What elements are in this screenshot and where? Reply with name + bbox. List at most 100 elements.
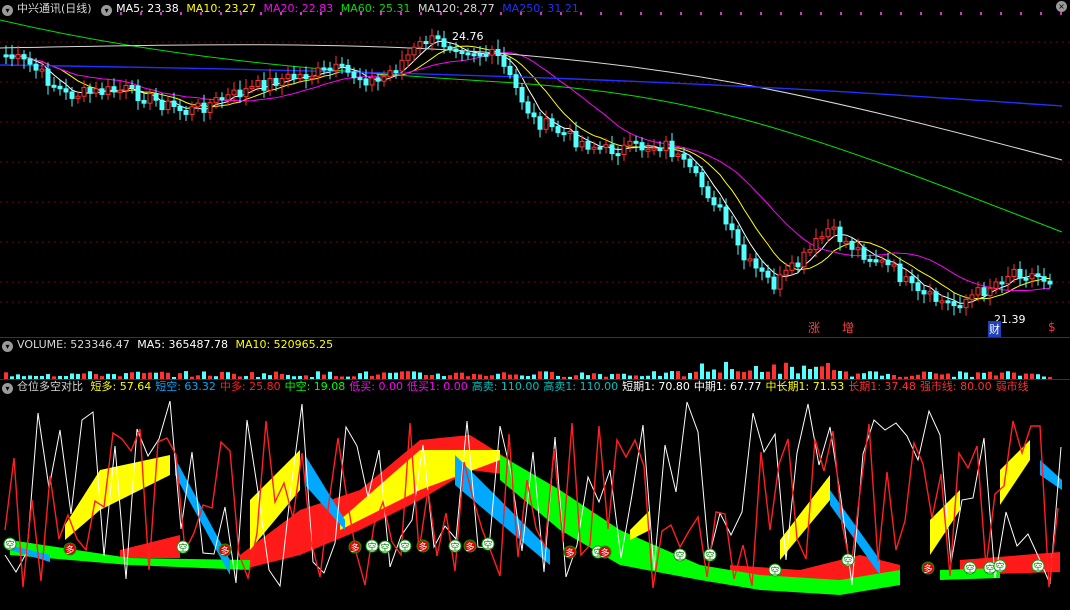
candle-body (279, 78, 285, 86)
volume-bar (694, 371, 698, 379)
volume-bar (988, 371, 992, 379)
signal-kong-text: 空 (1033, 561, 1042, 573)
candle-body (597, 146, 603, 150)
candle-body (15, 54, 21, 59)
candle-body (447, 46, 453, 50)
candle-body (753, 258, 759, 269)
indicator-legend-item: 短空: 63.32 (155, 380, 216, 393)
candle-body (483, 53, 489, 57)
candle-body (639, 142, 645, 151)
candle-body (465, 52, 471, 56)
candle-body (669, 140, 675, 158)
candle-body (63, 88, 69, 93)
signal-duo-text: 多 (565, 547, 574, 559)
indicator-chart: 空多空多多空空空多空多空多 空多空空空空多空空空空 (3, 400, 1062, 595)
volume-bar (160, 371, 164, 379)
candle-body (129, 84, 135, 88)
candle-body (165, 100, 171, 111)
indicator-legend-item: 弱市线 (995, 380, 1029, 393)
volume-bar (844, 371, 848, 379)
candle-body (711, 197, 717, 206)
volume-bar (826, 363, 830, 379)
collapse-icon[interactable]: ▾ (2, 341, 13, 352)
indicator-pane[interactable]: ▾ 仓位多空对比 短多: 57.64 短空: 63.32 中多: 25.80 中空: 1… (0, 380, 1070, 610)
candle-body (783, 269, 789, 276)
top-tick (620, 12, 622, 15)
top-tick (880, 12, 882, 15)
candle-body (237, 89, 243, 98)
volume-bar (790, 366, 794, 379)
indicator-legend-item: 强市线: 80.00 (919, 380, 992, 393)
candle-body (687, 158, 693, 168)
candle-body (759, 267, 765, 272)
volume-bar (820, 366, 824, 379)
collapse-icon[interactable]: ▾ (101, 5, 113, 16)
volume-bar (136, 371, 140, 379)
volume-bar (958, 371, 962, 379)
signal-kong-text: 空 (995, 561, 1004, 573)
candle-body (885, 259, 891, 266)
candle-body (441, 38, 447, 48)
candle-body (681, 153, 687, 160)
candle-body (417, 41, 423, 48)
candle-body (27, 58, 33, 65)
candle-body (21, 54, 27, 60)
ma60-label: MA60: 25.31 (340, 2, 411, 15)
volume-ma10-label: MA10: 520965.25 (235, 338, 334, 351)
candle-body (435, 35, 441, 40)
candle-body (267, 77, 273, 91)
indicator-legend-item: 低买1: 0.00 (407, 380, 468, 393)
indicator-legend-item: 高卖1: 110.00 (543, 380, 619, 393)
candle-body (123, 84, 129, 91)
candle-body (981, 287, 987, 297)
ma60-line (0, 19, 1063, 233)
price-pane[interactable]: ▾ 中兴通讯(日线) ▾ MA5: 23.38 MA10: 23.27 MA20: … (0, 0, 1070, 337)
collapse-icon[interactable]: ▾ (2, 5, 13, 16)
candle-body (795, 262, 801, 268)
candle-body (45, 68, 51, 86)
candle-body (813, 238, 819, 251)
candle-body (153, 92, 159, 101)
candle-body (477, 53, 483, 57)
short-long-band (1000, 440, 1030, 505)
signal-duo-text: 多 (65, 544, 74, 556)
signal-kong-text: 空 (450, 541, 459, 553)
volume-bar (874, 371, 878, 379)
signal-kong-text: 空 (400, 541, 409, 553)
candle-body (57, 85, 63, 90)
candle-body (93, 88, 99, 94)
candle-body (549, 118, 555, 128)
volume-pane[interactable]: ▾ VOLUME: 523346.47 MA5: 365487.78 MA10: … (0, 338, 1070, 379)
candle-body (399, 59, 405, 72)
price-chart (0, 12, 1070, 316)
candle-body (951, 301, 957, 307)
volume-bar (802, 365, 806, 379)
candle-body (999, 281, 1005, 285)
volume-bar (4, 372, 8, 379)
top-tick (900, 12, 902, 15)
candle-body (729, 223, 735, 231)
volume-bar (406, 371, 410, 379)
candle-body (189, 106, 195, 115)
candle-body (255, 80, 261, 87)
candle-body (351, 71, 357, 79)
volume-bar (838, 370, 842, 379)
top-tick (820, 12, 822, 15)
top-tick (1000, 12, 1002, 15)
volume-bar (868, 371, 872, 379)
candle-body (657, 147, 663, 152)
signal-kong-text: 空 (483, 539, 492, 551)
volume-bar (316, 371, 320, 379)
candle-body (387, 70, 393, 78)
top-tick (780, 12, 782, 15)
candle-body (345, 64, 351, 73)
candle-body (159, 99, 165, 111)
ma250-label: MA250: 31.21 (502, 2, 579, 15)
volume-bar (274, 371, 278, 379)
collapse-icon[interactable]: ▾ (2, 383, 13, 394)
candle-body (1029, 273, 1035, 280)
candle-body (741, 244, 747, 261)
volume-ma5-label: MA5: 365487.78 (137, 338, 228, 351)
signal-kong-text: 空 (178, 542, 187, 554)
candle-body (825, 228, 831, 238)
